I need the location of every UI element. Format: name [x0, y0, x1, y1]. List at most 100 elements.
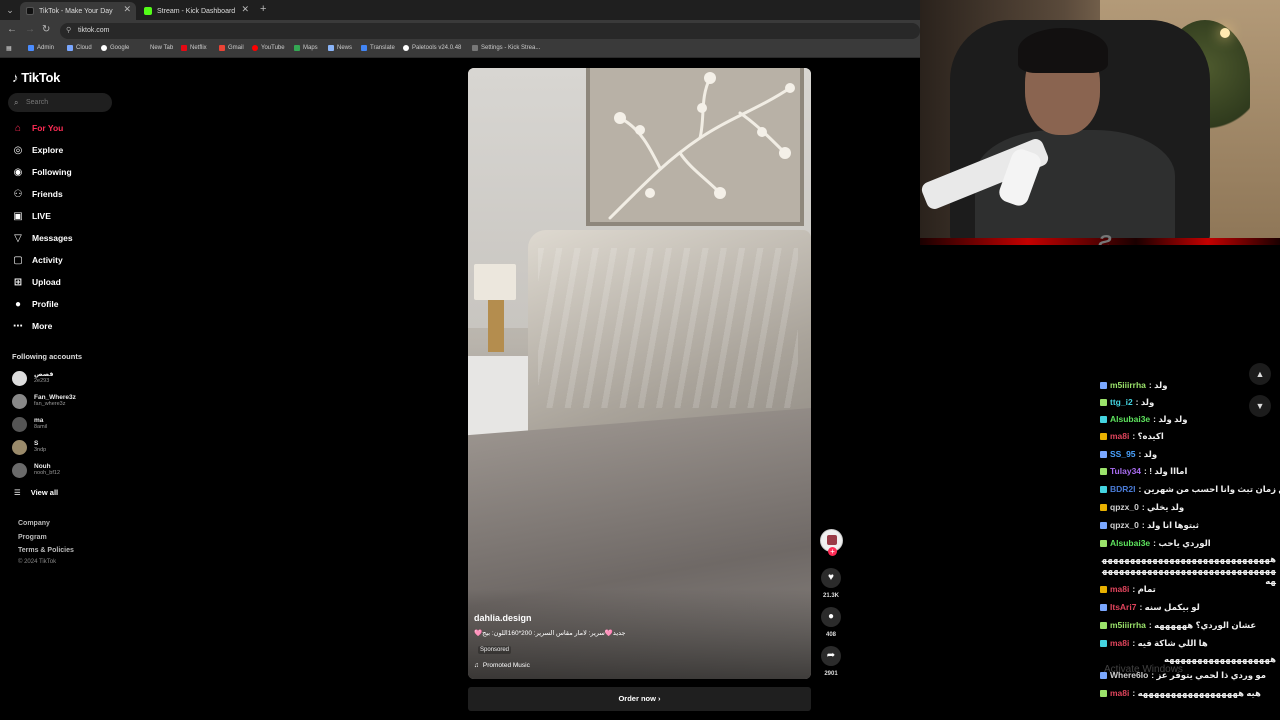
stream-chat: m5iiirrha ولد : ttg_i2 ولد : Alsubai3e ولد ول…	[1096, 378, 1280, 706]
url-input[interactable]: ⚲ tiktok.com	[60, 23, 920, 39]
chat-badge-icon	[1100, 586, 1107, 593]
activity-icon: ▢	[13, 254, 23, 266]
following-accounts-heading: Following accounts	[12, 352, 83, 361]
footer-company[interactable]: Company	[18, 520, 50, 527]
back-icon[interactable]: ←	[7, 24, 17, 35]
chat-message-text: امااا ولد ! :	[1144, 466, 1188, 476]
nav-more[interactable]: ⋯ More	[12, 319, 52, 333]
reload-icon[interactable]: ↻	[42, 24, 50, 35]
nav-messages[interactable]: ▽ Messages	[12, 231, 73, 245]
chat-message: qpzx_0 ثبتوها انا ولد :	[1096, 520, 1280, 531]
account-item[interactable]: Nouh nooh_bf12	[12, 460, 60, 480]
bookmark-new-tab[interactable]: New Tab	[141, 45, 173, 51]
chat-username[interactable]: qpzx_0	[1110, 502, 1139, 513]
view-all-button[interactable]: ☰ View all	[14, 488, 58, 497]
friends-icon: ⚇	[13, 188, 23, 200]
chat-message: BDR2Iماشاءالله من زمان تبث وانا احسب من …	[1096, 484, 1280, 495]
chevron-right-icon: ›	[658, 694, 661, 703]
chat-username[interactable]: Tulay34	[1110, 466, 1141, 477]
tab-search-icon[interactable]: ⌄	[3, 3, 17, 17]
avatar	[12, 393, 27, 409]
footer-terms[interactable]: Terms & Policies	[18, 547, 74, 554]
gmail-icon	[219, 45, 225, 51]
share-button[interactable]: ➦	[821, 646, 841, 666]
creator-avatar[interactable]: +	[820, 529, 843, 556]
bookmark-maps[interactable]: Maps	[294, 45, 318, 51]
account-item[interactable]: Fan_Where3z fan_where3z	[12, 391, 76, 411]
tab-tiktok[interactable]: TikTok - Make Your Day ✕	[20, 2, 136, 20]
nav-explore[interactable]: ◎ Explore	[12, 143, 64, 157]
nav-following[interactable]: ◉ Following	[12, 165, 72, 179]
account-item[interactable]: S 3ndp	[12, 437, 46, 457]
apps-icon[interactable]: ▦	[6, 45, 12, 52]
chat-username[interactable]: Alsubai3e	[1110, 538, 1150, 549]
netflix-icon	[181, 45, 187, 51]
video-player[interactable]: dahlia.design جديد🩷سرير: لامار مقاس السر…	[468, 68, 811, 679]
new-tab-button[interactable]: +	[260, 3, 266, 15]
bookmark-google[interactable]: Google	[101, 45, 129, 51]
chat-username[interactable]: ma8i	[1110, 638, 1129, 649]
chat-message: Alsubai3e الوردي ياحب :	[1096, 538, 1280, 549]
translate-icon	[361, 45, 367, 51]
bookmark-cloud[interactable]: Cloud	[67, 45, 92, 51]
bookmark-youtube[interactable]: YouTube	[252, 45, 285, 51]
chat-username[interactable]: qpzx_0	[1110, 520, 1139, 531]
follow-plus-icon[interactable]: +	[828, 547, 837, 556]
activate-windows-watermark: Activate Windows	[1104, 664, 1183, 675]
chat-message-text: لو بيكمل سنه :	[1139, 602, 1200, 612]
bookmark-news[interactable]: News	[328, 45, 352, 51]
footer-program[interactable]: Program	[18, 534, 47, 541]
chat-username[interactable]: Alsubai3e	[1110, 414, 1150, 425]
chat-username[interactable]: m5iiirrha	[1110, 380, 1146, 391]
chat-username[interactable]: ma8i	[1110, 688, 1129, 699]
search-input[interactable]: ⌕ Search	[8, 93, 112, 112]
video-caption: جديد🩷سرير: لامار مقاس السرير: 200*160الل…	[474, 630, 626, 637]
account-item[interactable]: ma 8amil	[12, 414, 47, 434]
chat-message-text: هيه ههههههههههههههههههه :	[1132, 688, 1261, 698]
chat-message-text: ثبتوها انا ولد :	[1141, 520, 1199, 530]
bookmark-icon	[28, 45, 34, 51]
nav-profile[interactable]: ● Profile	[12, 297, 58, 311]
close-icon[interactable]: ✕	[241, 4, 249, 15]
chat-username[interactable]: ttg_i2	[1110, 397, 1133, 408]
bookmark-admin[interactable]: Admin	[28, 45, 54, 51]
chat-username[interactable]: ma8i	[1110, 431, 1129, 442]
bookmark-translate[interactable]: Translate	[361, 45, 395, 51]
share-icon: ➦	[826, 650, 836, 661]
chat-username[interactable]: m5iiirrha	[1110, 620, 1146, 631]
chat-username[interactable]: BDR2I	[1110, 484, 1136, 495]
bookmark-gmail[interactable]: Gmail	[219, 45, 244, 51]
comment-button[interactable]: ●	[821, 607, 841, 627]
chat-message-text: اكيده؟ :	[1132, 431, 1164, 441]
account-item[interactable]: قصص 2e293	[12, 368, 54, 388]
upload-icon: ⊞	[13, 276, 23, 288]
nav-live[interactable]: ▣ LIVE	[12, 209, 51, 223]
chat-username[interactable]: SS_95	[1110, 449, 1136, 460]
bookmark-settings-kick[interactable]: Settings - Kick Strea...	[472, 45, 540, 51]
tab-kick-dashboard[interactable]: Stream - Kick Dashboard ✕	[138, 2, 254, 20]
news-icon	[328, 45, 334, 51]
nav-upload[interactable]: ⊞ Upload	[12, 275, 61, 289]
google-icon	[101, 45, 107, 51]
like-count: 21.3K	[822, 593, 839, 599]
avatar	[827, 535, 837, 545]
chat-username[interactable]: ItsAri7	[1110, 602, 1136, 613]
video-music[interactable]: ♫ Promoted Music	[474, 662, 530, 669]
forward-icon[interactable]: →	[25, 24, 35, 35]
order-now-button[interactable]: Order now ›	[468, 687, 811, 711]
site-info-icon[interactable]: ⚲	[66, 23, 71, 39]
bookmark-netflix[interactable]: Netflix	[181, 45, 207, 51]
nav-for-you[interactable]: ⌂ For You	[12, 121, 63, 135]
video-nightstand	[468, 356, 528, 436]
webcam-overlay: Ƨ	[920, 0, 1280, 245]
tiktok-note-icon: ♪	[12, 70, 19, 85]
like-button[interactable]: ♥	[821, 568, 841, 588]
nav-friends[interactable]: ⚇ Friends	[12, 187, 63, 201]
nav-activity[interactable]: ▢ Activity	[12, 253, 62, 267]
bookmark-paletools[interactable]: Paletools v24.0.48	[403, 45, 461, 51]
close-icon[interactable]: ✕	[123, 4, 131, 15]
chat-username[interactable]: ma8i	[1110, 584, 1129, 595]
tiktok-logo[interactable]: ♪ TikTok	[12, 70, 60, 85]
youtube-icon	[252, 45, 258, 51]
video-author[interactable]: dahlia.design	[474, 613, 532, 623]
